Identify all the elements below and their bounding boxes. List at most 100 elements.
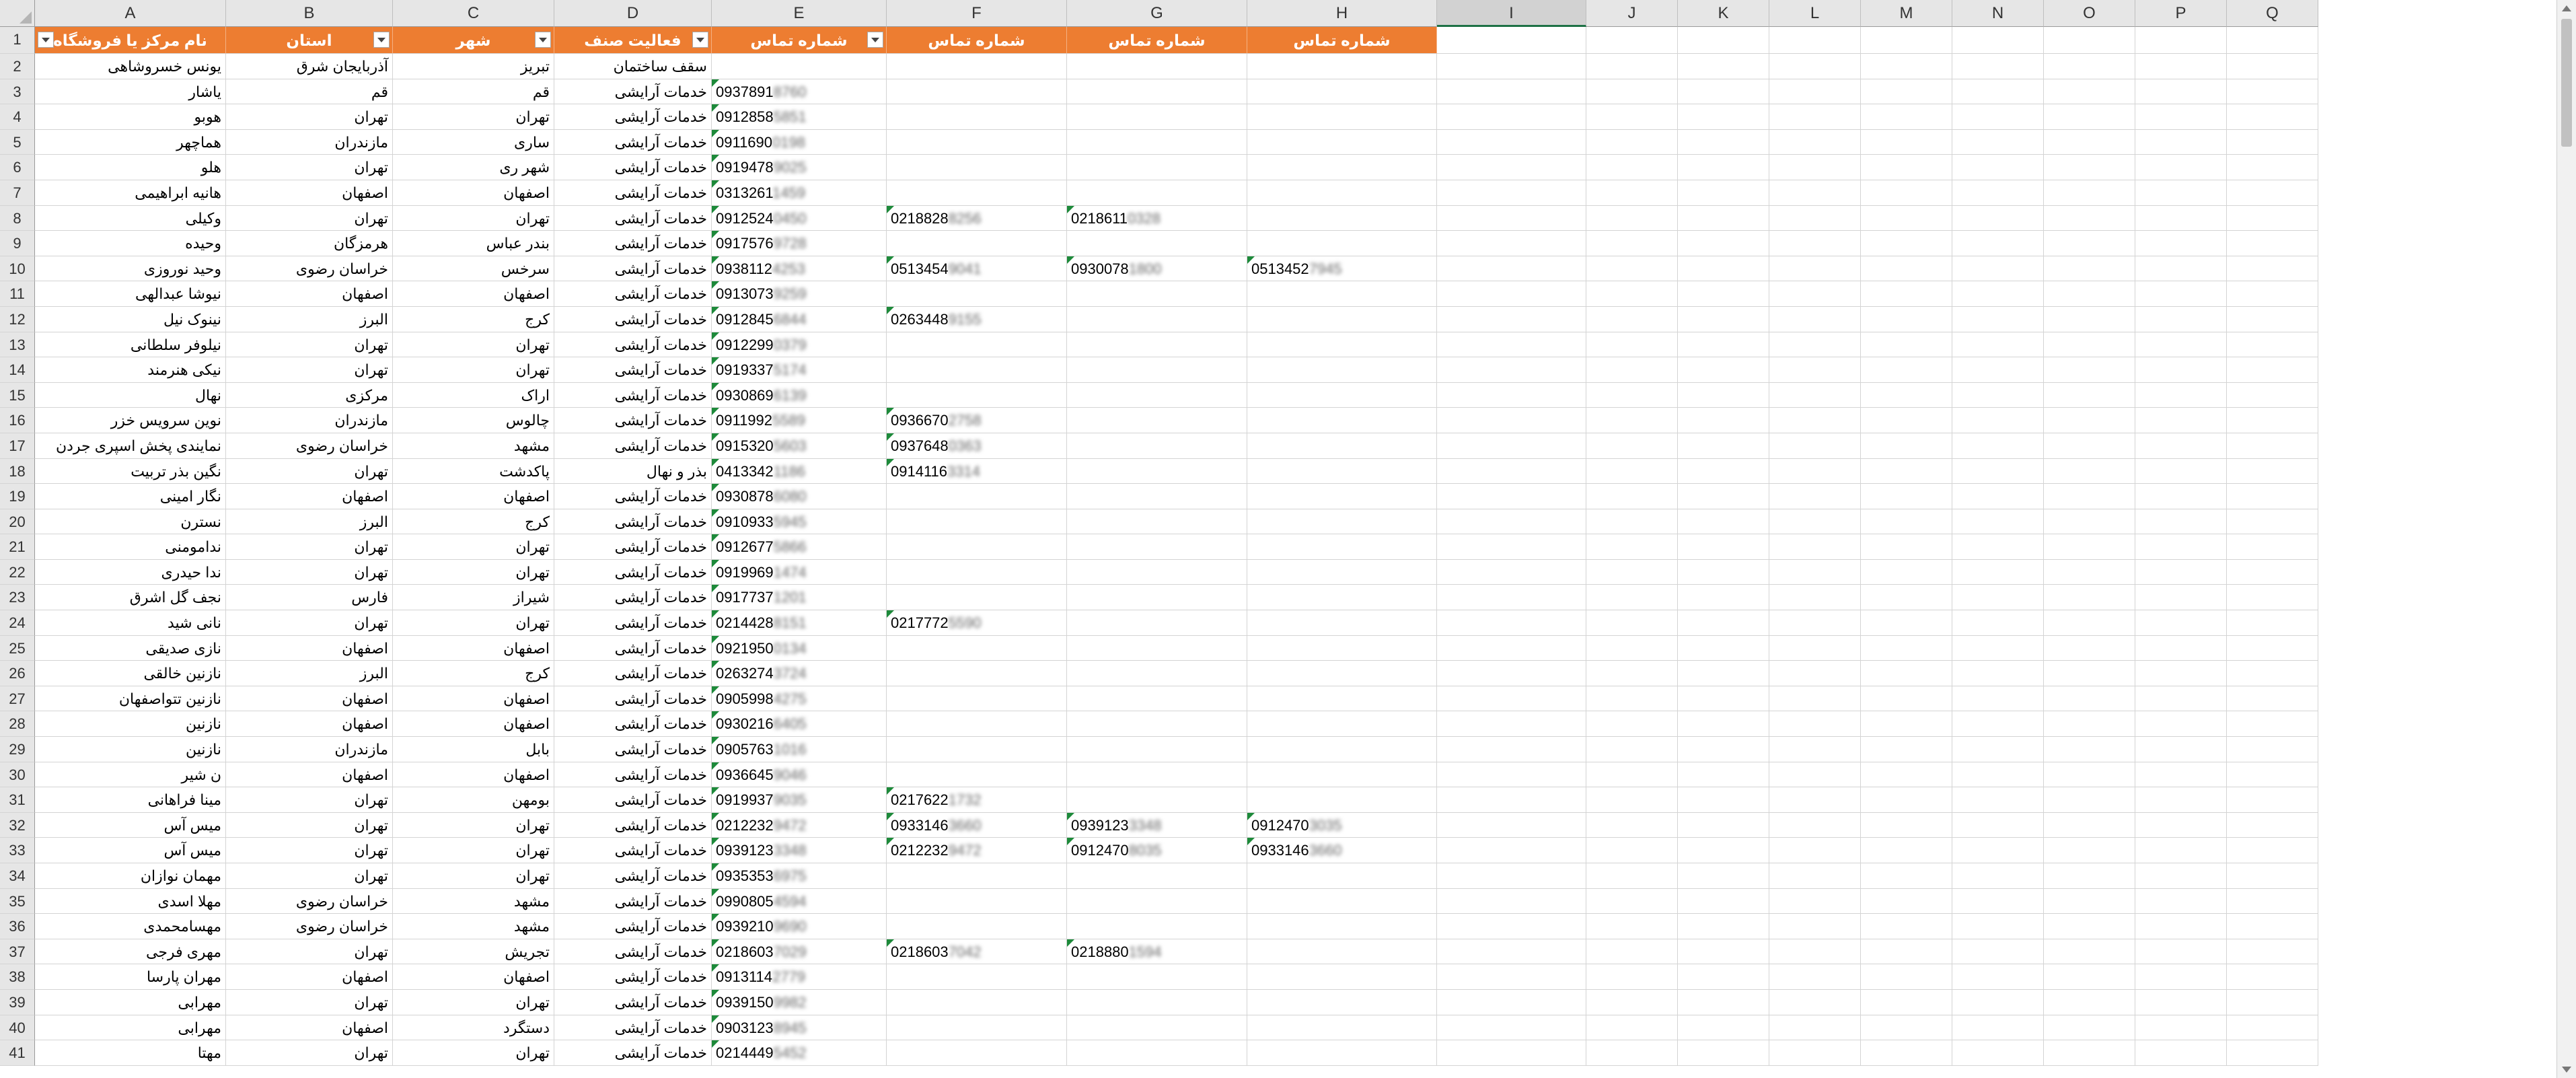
empty-cell[interactable] xyxy=(1437,458,1586,484)
empty-cell[interactable] xyxy=(1678,711,1769,738)
empty-cell[interactable] xyxy=(1952,433,2044,459)
data-cell[interactable]: 09392109690 xyxy=(712,914,887,939)
empty-cell[interactable] xyxy=(1861,104,1952,130)
empty-cell[interactable] xyxy=(1769,939,1861,965)
row-header[interactable]: 41 xyxy=(0,1040,35,1066)
data-cell[interactable] xyxy=(1247,635,1437,661)
column-header-a[interactable]: A xyxy=(35,0,226,27)
empty-cell[interactable] xyxy=(1861,382,1952,408)
row-header[interactable]: 29 xyxy=(0,737,35,762)
data-cell[interactable] xyxy=(887,762,1067,788)
data-cell[interactable]: 02634489155 xyxy=(887,306,1067,332)
empty-cell[interactable] xyxy=(1678,888,1769,914)
data-cell[interactable] xyxy=(1247,737,1437,762)
empty-cell[interactable] xyxy=(1952,79,2044,105)
empty-cell[interactable] xyxy=(1586,382,1678,408)
data-cell[interactable]: خدمات آرایشی xyxy=(554,509,712,535)
empty-cell[interactable] xyxy=(1952,509,2044,535)
empty-cell[interactable] xyxy=(2227,737,2318,762)
scroll-up-arrow-icon[interactable] xyxy=(2562,5,2571,11)
column-header-q[interactable]: Q xyxy=(2227,0,2318,27)
data-cell[interactable]: 09366702758 xyxy=(887,408,1067,433)
empty-cell[interactable] xyxy=(1769,787,1861,813)
data-cell[interactable] xyxy=(1247,180,1437,206)
row-header[interactable]: 38 xyxy=(0,964,35,990)
data-cell[interactable] xyxy=(887,559,1067,585)
empty-cell[interactable] xyxy=(1678,964,1769,990)
empty-cell[interactable] xyxy=(2227,484,2318,509)
empty-cell[interactable] xyxy=(1952,610,2044,636)
empty-cell[interactable] xyxy=(2044,458,2135,484)
data-cell[interactable]: 02177725590 xyxy=(887,610,1067,636)
data-cell[interactable]: البرز xyxy=(226,306,393,332)
empty-cell[interactable] xyxy=(1769,989,1861,1015)
data-cell[interactable]: هرمزگان xyxy=(226,231,393,256)
empty-cell[interactable] xyxy=(2044,509,2135,535)
data-cell[interactable]: 09153205603 xyxy=(712,433,887,459)
empty-cell[interactable] xyxy=(2135,737,2227,762)
empty-cell[interactable] xyxy=(2135,27,2227,54)
column-header-n[interactable]: N xyxy=(1952,0,2044,27)
data-cell[interactable]: تهران xyxy=(393,1040,554,1066)
empty-cell[interactable] xyxy=(1437,509,1586,535)
data-cell[interactable]: نانی شید xyxy=(35,610,226,636)
data-cell[interactable]: کرج xyxy=(393,661,554,686)
empty-cell[interactable] xyxy=(1769,306,1861,332)
row-header[interactable]: 7 xyxy=(0,180,35,206)
empty-cell[interactable] xyxy=(1952,27,2044,54)
empty-cell[interactable] xyxy=(1437,686,1586,712)
empty-cell[interactable] xyxy=(2227,762,2318,788)
data-cell[interactable]: 09059984275 xyxy=(712,686,887,712)
data-cell[interactable]: 02122329472 xyxy=(712,812,887,838)
empty-cell[interactable] xyxy=(1952,838,2044,863)
data-cell[interactable]: خدمات آرایشی xyxy=(554,661,712,686)
empty-cell[interactable] xyxy=(1437,129,1586,155)
data-cell[interactable] xyxy=(1247,54,1437,79)
empty-cell[interactable] xyxy=(1861,408,1952,433)
empty-cell[interactable] xyxy=(1861,306,1952,332)
column-header-l[interactable]: L xyxy=(1769,0,1861,27)
empty-cell[interactable] xyxy=(1586,27,1678,54)
empty-cell[interactable] xyxy=(1861,610,1952,636)
empty-cell[interactable] xyxy=(2044,534,2135,560)
empty-cell[interactable] xyxy=(1769,914,1861,939)
empty-cell[interactable] xyxy=(2044,129,2135,155)
empty-cell[interactable] xyxy=(1769,863,1861,889)
data-cell[interactable]: خدمات آرایشی xyxy=(554,104,712,130)
empty-cell[interactable] xyxy=(1586,812,1678,838)
data-cell[interactable]: خدمات آرایشی xyxy=(554,256,712,282)
data-cell[interactable] xyxy=(1247,382,1437,408)
data-cell[interactable] xyxy=(1247,711,1437,738)
empty-cell[interactable] xyxy=(1678,27,1769,54)
data-cell[interactable]: 09391509982 xyxy=(712,989,887,1015)
column-header-i[interactable]: I xyxy=(1437,0,1586,27)
empty-cell[interactable] xyxy=(2227,559,2318,585)
empty-cell[interactable] xyxy=(1861,484,1952,509)
data-cell[interactable]: اصفهان xyxy=(393,711,554,738)
filter-dropdown-icon[interactable] xyxy=(692,32,708,48)
empty-cell[interactable] xyxy=(2135,357,2227,383)
row-header[interactable]: 33 xyxy=(0,838,35,863)
empty-cell[interactable] xyxy=(1861,79,1952,105)
data-cell[interactable] xyxy=(887,989,1067,1015)
empty-cell[interactable] xyxy=(1678,155,1769,180)
empty-cell[interactable] xyxy=(1586,686,1678,712)
empty-cell[interactable] xyxy=(2227,79,2318,105)
empty-cell[interactable] xyxy=(2135,534,2227,560)
data-cell[interactable]: اراک xyxy=(393,382,554,408)
data-cell[interactable]: 05134549041 xyxy=(887,256,1067,282)
data-cell[interactable]: 02144288151 xyxy=(712,610,887,636)
empty-cell[interactable] xyxy=(2227,888,2318,914)
empty-cell[interactable] xyxy=(1769,1040,1861,1066)
empty-cell[interactable] xyxy=(1678,281,1769,307)
empty-cell[interactable] xyxy=(1586,79,1678,105)
empty-cell[interactable] xyxy=(1769,661,1861,686)
empty-cell[interactable] xyxy=(1678,737,1769,762)
empty-cell[interactable] xyxy=(1952,458,2044,484)
data-cell[interactable] xyxy=(1247,155,1437,180)
column-header-g[interactable]: G xyxy=(1067,0,1247,27)
empty-cell[interactable] xyxy=(1586,231,1678,256)
data-cell[interactable]: 02188288256 xyxy=(887,205,1067,231)
empty-cell[interactable] xyxy=(2227,509,2318,535)
empty-cell[interactable] xyxy=(1952,661,2044,686)
